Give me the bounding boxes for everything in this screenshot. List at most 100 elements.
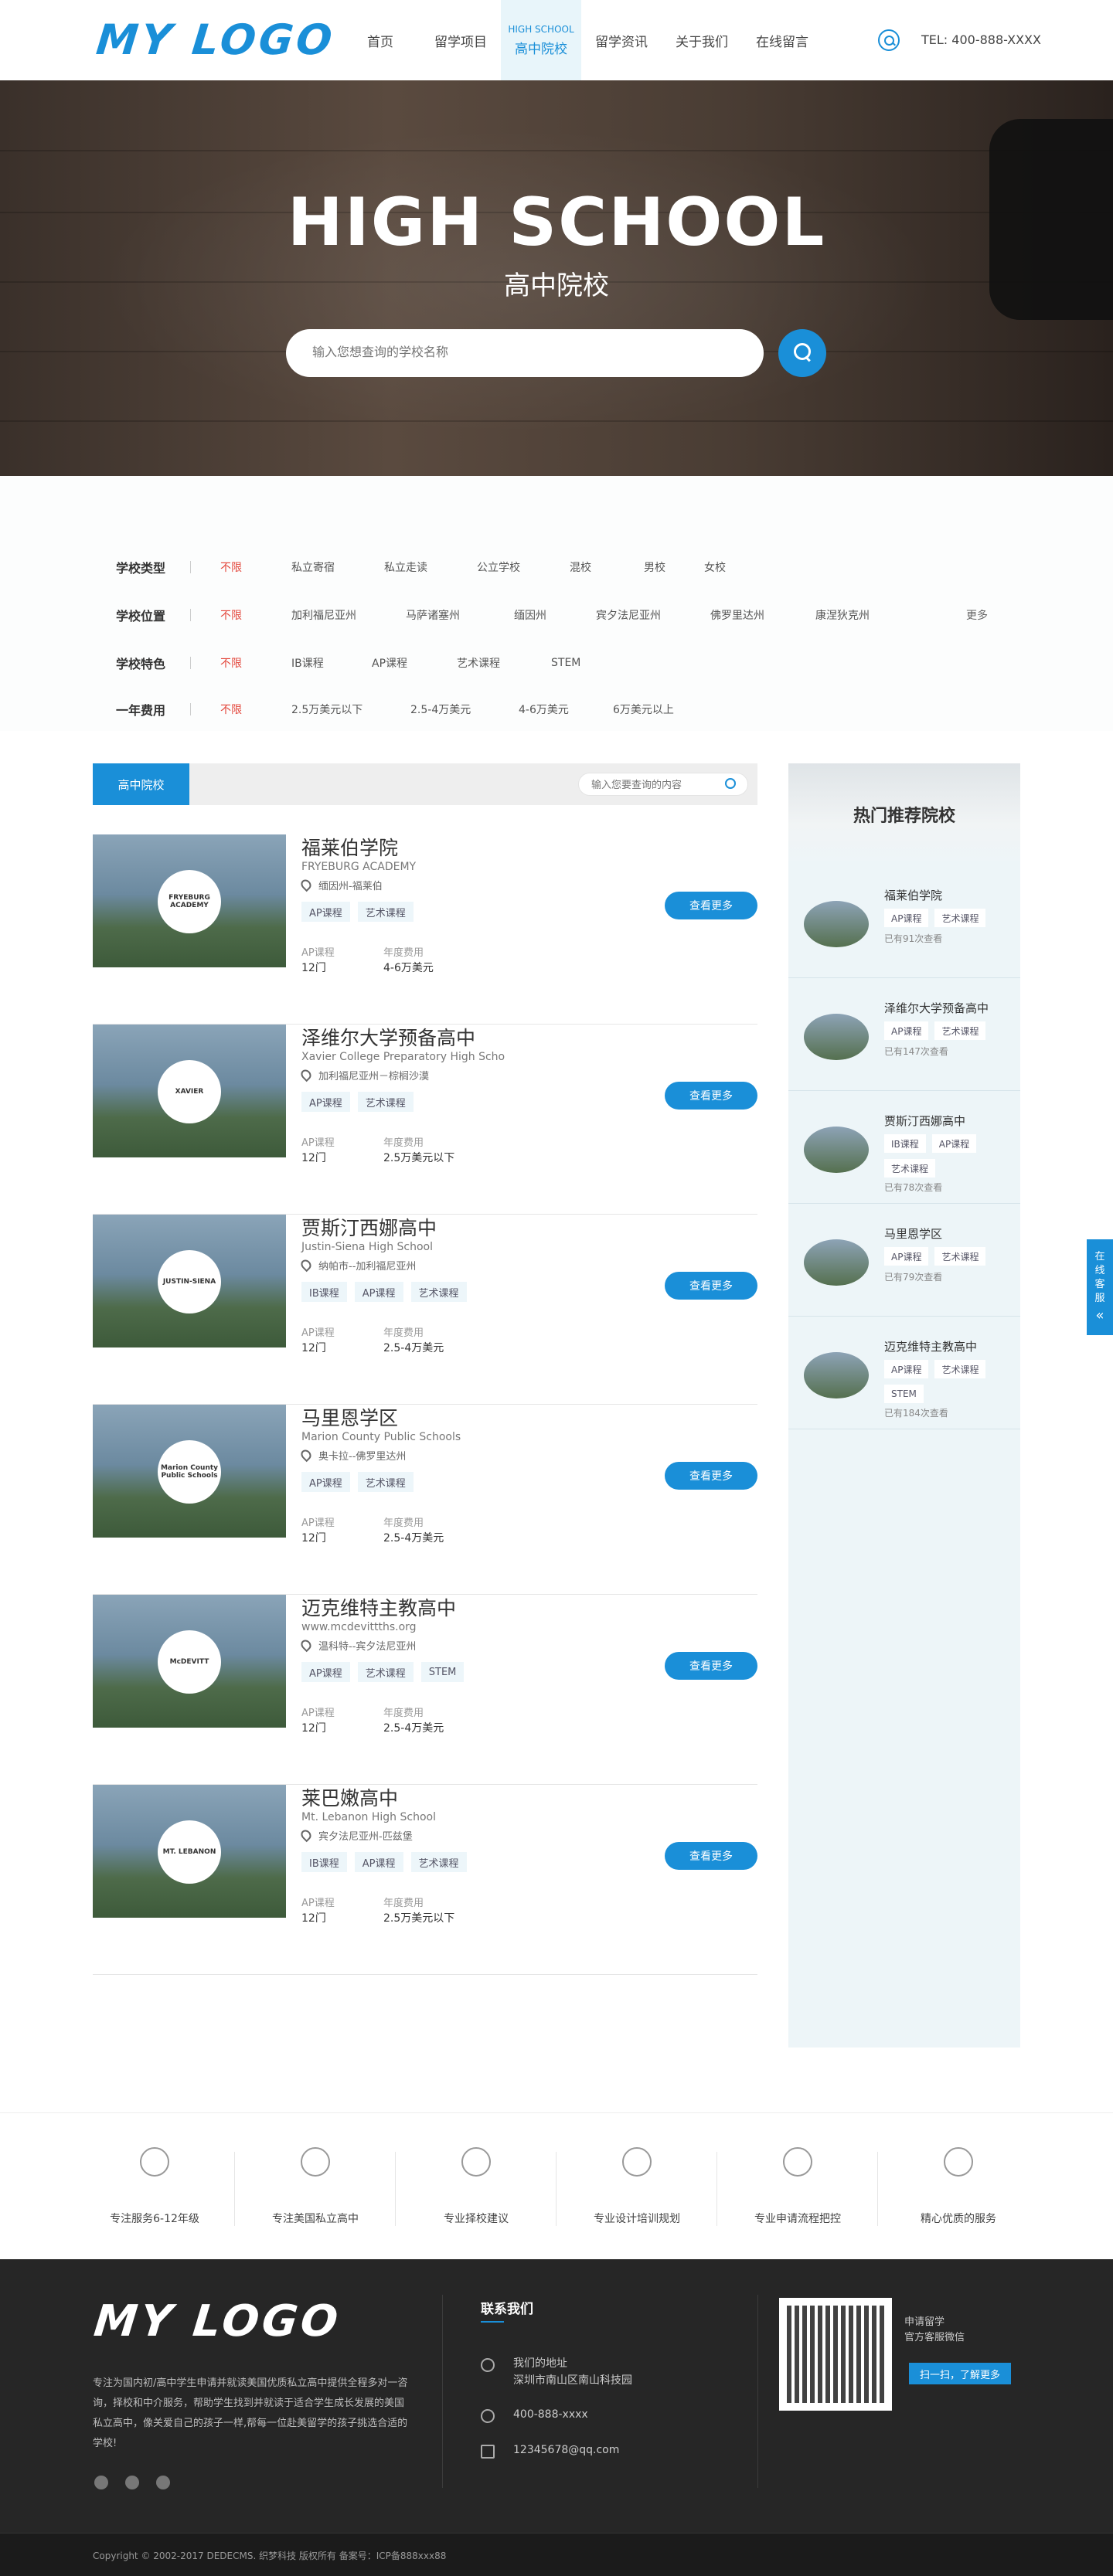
course-label: AP课程: [301, 1898, 335, 1909]
hot-school-name[interactable]: 迈克维特主教高中: [884, 1338, 977, 1354]
hot-school-photo[interactable]: [804, 1014, 869, 1060]
school-card[interactable]: MT. LEBANON 莱巴嫩高中 Mt. Lebanon High Schoo…: [93, 1785, 757, 1975]
school-photo[interactable]: McDEVITT: [93, 1595, 286, 1728]
filter-option[interactable]: 男校: [644, 559, 704, 575]
school-name[interactable]: 泽维尔大学预备高中: [301, 1023, 475, 1051]
school-name[interactable]: 福莱伯学院: [301, 833, 398, 861]
hot-school-item[interactable]: 福莱伯学院 AP课程 艺术课程 已有91次查看: [788, 865, 1020, 978]
hot-school-name[interactable]: 贾斯汀西娜高中: [884, 1113, 965, 1129]
nav-about[interactable]: 关于我们: [662, 0, 742, 80]
school-name[interactable]: 贾斯汀西娜高中: [301, 1213, 437, 1241]
nav-message[interactable]: 在线留言: [742, 0, 822, 80]
course-count: 12门: [301, 1722, 326, 1735]
filter-option[interactable]: 艺术课程: [457, 655, 551, 671]
filter-option[interactable]: 缅因州: [514, 607, 596, 623]
school-card[interactable]: XAVIER 泽维尔大学预备高中 Xavier College Preparat…: [93, 1025, 757, 1215]
filter-option[interactable]: 康涅狄克州: [815, 607, 908, 623]
school-tags: AP课程 艺术课程: [301, 1092, 414, 1112]
hot-school-item[interactable]: 贾斯汀西娜高中 IB课程 AP课程 艺术课程 已有78次查看: [788, 1091, 1020, 1204]
search-icon[interactable]: [725, 778, 736, 789]
filter-option[interactable]: 女校: [704, 559, 751, 575]
school-location: 加利福尼亚州－棕榈沙漠: [301, 1068, 429, 1082]
view-more-button[interactable]: 查看更多: [665, 1652, 757, 1680]
filter-option[interactable]: 6万美元以上: [613, 702, 706, 717]
school-card[interactable]: FRYEBURG ACADEMY 福莱伯学院 FRYEBURG ACADEMY …: [93, 834, 757, 1025]
filter-option[interactable]: 2.5-4万美元: [410, 702, 519, 717]
hot-school-photo[interactable]: [804, 1239, 869, 1286]
school-photo[interactable]: Marion County Public Schools: [93, 1405, 286, 1538]
filter-option[interactable]: 宾夕法尼亚州: [596, 607, 710, 623]
school-tag: AP课程: [301, 1662, 350, 1682]
features-bar: 专注服务6-12年级 专注美国私立高中 专业择校建议 专业设计培训规划 专业申请…: [0, 2112, 1113, 2259]
email-row: 12345678@qq.com: [481, 2442, 619, 2459]
nav-programs[interactable]: 留学项目: [420, 0, 501, 80]
nav-news[interactable]: 留学资讯: [581, 0, 662, 80]
hot-school-name[interactable]: 福莱伯学院: [884, 887, 942, 903]
school-photo[interactable]: JUSTIN-SIENA: [93, 1215, 286, 1347]
hot-school-tag: AP课程: [884, 1247, 929, 1266]
filter-option[interactable]: STEM: [551, 657, 597, 669]
wechat-icon[interactable]: [156, 2476, 170, 2489]
course-count: 12门: [301, 1152, 326, 1164]
school-photo[interactable]: FRYEBURG ACADEMY: [93, 834, 286, 967]
hot-school-item[interactable]: 迈克维特主教高中 AP课程 艺术课程 STEM 已有184次查看: [788, 1317, 1020, 1429]
weibo-icon[interactable]: [94, 2476, 108, 2489]
school-card[interactable]: Marion County Public Schools 马里恩学区 Mario…: [93, 1405, 757, 1595]
nav-home[interactable]: 首页: [340, 0, 420, 80]
school-english-name: Mt. Lebanon High School: [301, 1811, 436, 1823]
filter-more-button[interactable]: 更多: [966, 607, 988, 623]
school-seal: MT. LEBANON: [158, 1820, 221, 1884]
search-icon[interactable]: [878, 29, 900, 51]
filter-option[interactable]: 马萨诸塞州: [406, 607, 514, 623]
school-search-input[interactable]: [286, 329, 764, 377]
school-seal: XAVIER: [158, 1060, 221, 1123]
view-more-button[interactable]: 查看更多: [665, 1842, 757, 1870]
logo[interactable]: MY LOGO: [94, 15, 338, 64]
qq-icon[interactable]: [125, 2476, 139, 2489]
filter-option[interactable]: 4-6万美元: [519, 702, 613, 717]
filter-option[interactable]: 公立学校: [477, 559, 570, 575]
list-search-input[interactable]: [578, 773, 748, 796]
filter-option[interactable]: 不限: [220, 655, 291, 671]
hot-school-item[interactable]: 马里恩学区 AP课程 艺术课程 已有79次查看: [788, 1204, 1020, 1317]
view-more-button[interactable]: 查看更多: [665, 892, 757, 919]
school-name[interactable]: 马里恩学区: [301, 1403, 398, 1431]
online-service-button[interactable]: 在线客服 «: [1087, 1239, 1113, 1335]
hot-school-photo[interactable]: [804, 901, 869, 947]
school-search-button[interactable]: [778, 329, 826, 377]
fee-label: 年度费用: [383, 1898, 424, 1909]
hot-school-name[interactable]: 泽维尔大学预备高中: [884, 1000, 989, 1016]
hot-school-photo[interactable]: [804, 1127, 869, 1173]
header-tel: TEL: 400-888-XXXX: [921, 32, 1041, 47]
wechat-qr-code: [779, 2298, 892, 2411]
filter-option[interactable]: 加利福尼亚州: [291, 607, 406, 623]
view-more-button[interactable]: 查看更多: [665, 1272, 757, 1300]
filter-option[interactable]: 佛罗里达州: [710, 607, 815, 623]
filter-option[interactable]: 私立走读: [384, 559, 477, 575]
filter-option[interactable]: 不限: [220, 607, 291, 623]
school-name[interactable]: 莱巴嫩高中: [301, 1783, 398, 1811]
filter-option[interactable]: AP课程: [372, 655, 457, 671]
filter-option[interactable]: 混校: [570, 559, 644, 575]
school-photo[interactable]: MT. LEBANON: [93, 1785, 286, 1918]
school-card[interactable]: McDEVITT 迈克维特主教高中 www.mcdevittths.org 温科…: [93, 1595, 757, 1785]
tab-high-school[interactable]: 高中院校: [93, 763, 189, 805]
filter-option[interactable]: 不限: [220, 559, 291, 575]
filter-option[interactable]: IB课程: [291, 655, 372, 671]
qr-scan-button[interactable]: 扫一扫，了解更多: [909, 2363, 1011, 2384]
view-more-button[interactable]: 查看更多: [665, 1082, 757, 1110]
hot-school-item[interactable]: 泽维尔大学预备高中 AP课程 艺术课程 已有147次查看: [788, 978, 1020, 1091]
school-english-name: www.mcdevittths.org: [301, 1621, 417, 1633]
nav-high-school[interactable]: HIGH SCHOOL 高中院校: [501, 0, 581, 80]
hot-school-views: 已有184次查看: [884, 1408, 948, 1419]
school-name[interactable]: 迈克维特主教高中: [301, 1593, 456, 1621]
school-card[interactable]: JUSTIN-SIENA 贾斯汀西娜高中 Justin-Siena High S…: [93, 1215, 757, 1405]
view-more-button[interactable]: 查看更多: [665, 1462, 757, 1490]
filter-option[interactable]: 私立寄宿: [291, 559, 384, 575]
hot-school-name[interactable]: 马里恩学区: [884, 1225, 942, 1242]
filter-option[interactable]: 2.5万美元以下: [291, 702, 410, 717]
filter-option[interactable]: 不限: [220, 702, 291, 717]
hot-school-tag: AP课程: [884, 1021, 929, 1040]
hot-school-photo[interactable]: [804, 1352, 869, 1398]
school-photo[interactable]: XAVIER: [93, 1025, 286, 1157]
